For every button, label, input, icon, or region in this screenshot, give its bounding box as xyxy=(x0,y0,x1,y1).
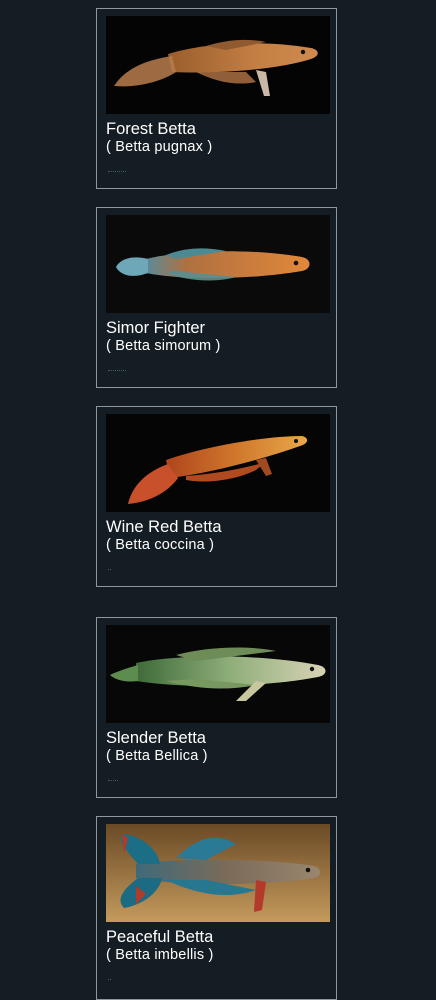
fish-card-wine-red-betta[interactable]: Wine Red Betta ( Betta coccina ) xyxy=(96,406,337,587)
card-divider xyxy=(108,569,111,572)
fish-name[interactable]: Forest Betta xyxy=(106,120,196,138)
fish-scientific-name: ( Betta imbellis ) xyxy=(106,947,214,963)
fish-card-simor-fighter[interactable]: Simor Fighter ( Betta simorum ) xyxy=(96,207,337,388)
forest-betta-photo[interactable] xyxy=(106,16,330,114)
card-divider xyxy=(108,979,111,982)
fish-name[interactable]: Wine Red Betta xyxy=(106,518,222,536)
fish-card-forest-betta[interactable]: Forest Betta ( Betta pugnax ) xyxy=(96,8,337,189)
wine-red-betta-image xyxy=(106,414,330,512)
wine-red-betta-photo[interactable] xyxy=(106,414,330,512)
fish-name[interactable]: Simor Fighter xyxy=(106,319,205,337)
peaceful-betta-image xyxy=(106,824,330,922)
fish-name[interactable]: Peaceful Betta xyxy=(106,928,213,946)
card-divider xyxy=(108,780,118,783)
fish-card-peaceful-betta[interactable]: Peaceful Betta ( Betta imbellis ) xyxy=(96,816,337,1000)
card-divider xyxy=(108,171,126,174)
fish-scientific-name: ( Betta coccina ) xyxy=(106,537,215,553)
forest-betta-image xyxy=(106,16,330,114)
fish-scientific-name: ( Betta Bellica ) xyxy=(106,748,208,764)
slender-betta-photo[interactable] xyxy=(106,625,330,723)
simor-fighter-photo[interactable] xyxy=(106,215,330,313)
fish-name[interactable]: Slender Betta xyxy=(106,729,206,747)
simor-fighter-image xyxy=(106,215,330,313)
fish-scientific-name: ( Betta pugnax ) xyxy=(106,139,213,155)
card-divider xyxy=(108,370,126,373)
fish-card-slender-betta[interactable]: Slender Betta ( Betta Bellica ) xyxy=(96,617,337,798)
slender-betta-image xyxy=(106,625,330,723)
fish-scientific-name: ( Betta simorum ) xyxy=(106,338,221,354)
peaceful-betta-photo[interactable] xyxy=(106,824,330,922)
